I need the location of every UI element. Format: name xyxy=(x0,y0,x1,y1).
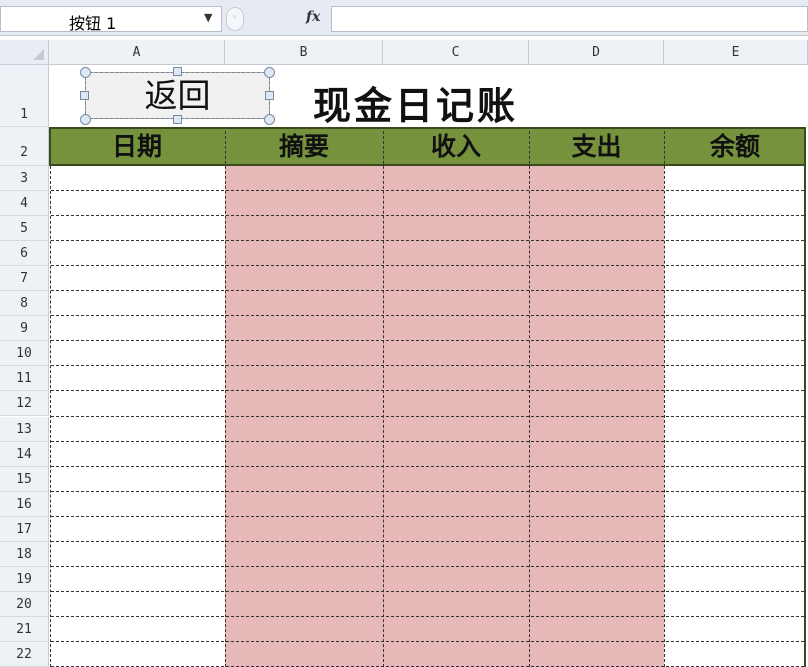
grid-line xyxy=(51,640,804,642)
row-header[interactable]: 18 xyxy=(0,541,49,567)
grid-line xyxy=(51,540,804,542)
row-header[interactable]: 9 xyxy=(0,316,49,342)
row-header[interactable]: 22 xyxy=(0,641,49,667)
column-header-c[interactable]: C xyxy=(383,40,529,65)
row-header[interactable]: 6 xyxy=(0,241,49,267)
column-bcd-cells[interactable] xyxy=(225,166,664,667)
grid-line xyxy=(51,240,804,242)
row-header[interactable]: 5 xyxy=(0,216,49,242)
row-header[interactable]: 10 xyxy=(0,341,49,367)
row-header[interactable]: 15 xyxy=(0,466,49,492)
row-header[interactable]: 13 xyxy=(0,416,49,442)
table-border xyxy=(49,127,51,166)
column-header-a[interactable]: A xyxy=(49,40,225,65)
grid-line xyxy=(51,415,804,417)
grid-line xyxy=(51,490,804,492)
row-header[interactable]: 7 xyxy=(0,266,49,292)
row-header[interactable]: 4 xyxy=(0,191,49,217)
row-header[interactable]: 2 xyxy=(0,127,49,166)
resize-handle-icon[interactable] xyxy=(265,91,274,100)
row-header[interactable]: 1 xyxy=(0,65,49,127)
column-header-b[interactable]: B xyxy=(225,40,383,65)
grid-line xyxy=(51,615,804,617)
resize-handle-icon[interactable] xyxy=(264,67,275,78)
header-cell-date[interactable]: 日期 xyxy=(49,127,225,166)
grid-line xyxy=(225,131,226,667)
insert-function-icon[interactable]: fx xyxy=(306,9,320,25)
table-border xyxy=(804,127,806,667)
sheet-title: 现金日记账 xyxy=(313,83,519,128)
name-box[interactable]: 按钮 1 ▼ xyxy=(0,6,222,33)
column-a-cells[interactable] xyxy=(51,166,225,667)
formula-controls: ◦ fx xyxy=(224,6,330,32)
column-e-cells[interactable] xyxy=(664,166,804,667)
row-header[interactable]: 3 xyxy=(0,166,49,192)
header-cell-expense[interactable]: 支出 xyxy=(529,127,664,166)
row-header[interactable]: 21 xyxy=(0,616,49,642)
chevron-down-icon[interactable]: ▼ xyxy=(204,11,212,24)
select-all-corner[interactable] xyxy=(0,40,49,65)
grid-line xyxy=(50,166,51,667)
row-header[interactable]: 16 xyxy=(0,491,49,517)
selection-frame xyxy=(85,72,270,119)
column-header-e[interactable]: E xyxy=(664,40,808,65)
row-header[interactable]: 14 xyxy=(0,441,49,467)
row-header[interactable]: 20 xyxy=(0,591,49,617)
grid-line xyxy=(51,390,804,392)
row-header[interactable]: 19 xyxy=(0,566,49,592)
row-header[interactable]: 17 xyxy=(0,516,49,542)
resize-handle-icon[interactable] xyxy=(80,67,91,78)
corner-triangle-icon xyxy=(33,49,44,60)
row-header[interactable]: 12 xyxy=(0,391,49,417)
grid-line xyxy=(664,131,665,667)
grid-line xyxy=(51,565,804,567)
header-cell-summary[interactable]: 摘要 xyxy=(225,127,383,166)
grid-line xyxy=(529,131,530,667)
grid-line xyxy=(51,215,804,217)
grid-line xyxy=(383,131,384,667)
row-header[interactable]: 11 xyxy=(0,366,49,392)
formula-input[interactable] xyxy=(331,6,808,32)
grid-line xyxy=(51,265,804,267)
row-header[interactable]: 8 xyxy=(0,291,49,317)
column-header-d[interactable]: D xyxy=(529,40,664,65)
grid-line xyxy=(51,440,804,442)
formula-bar: 按钮 1 ▼ ◦ fx xyxy=(0,0,808,36)
resize-handle-icon[interactable] xyxy=(80,91,89,100)
resize-handle-icon[interactable] xyxy=(173,67,182,76)
header-cell-income[interactable]: 收入 xyxy=(383,127,529,166)
grid-line xyxy=(51,590,804,592)
grid-line xyxy=(51,290,804,292)
header-cell-balance[interactable]: 余额 xyxy=(664,127,806,166)
grid-line xyxy=(51,315,804,317)
grid-line xyxy=(51,515,804,517)
resize-handle-icon[interactable] xyxy=(173,115,182,124)
grid-line xyxy=(51,465,804,467)
resize-handle-icon[interactable] xyxy=(80,114,91,125)
grid-line xyxy=(51,340,804,342)
name-box-value: 按钮 1 xyxy=(69,14,117,33)
resize-knob-icon[interactable]: ◦ xyxy=(226,7,244,31)
grid-line xyxy=(51,365,804,367)
grid-line xyxy=(51,190,804,192)
resize-handle-icon[interactable] xyxy=(264,114,275,125)
